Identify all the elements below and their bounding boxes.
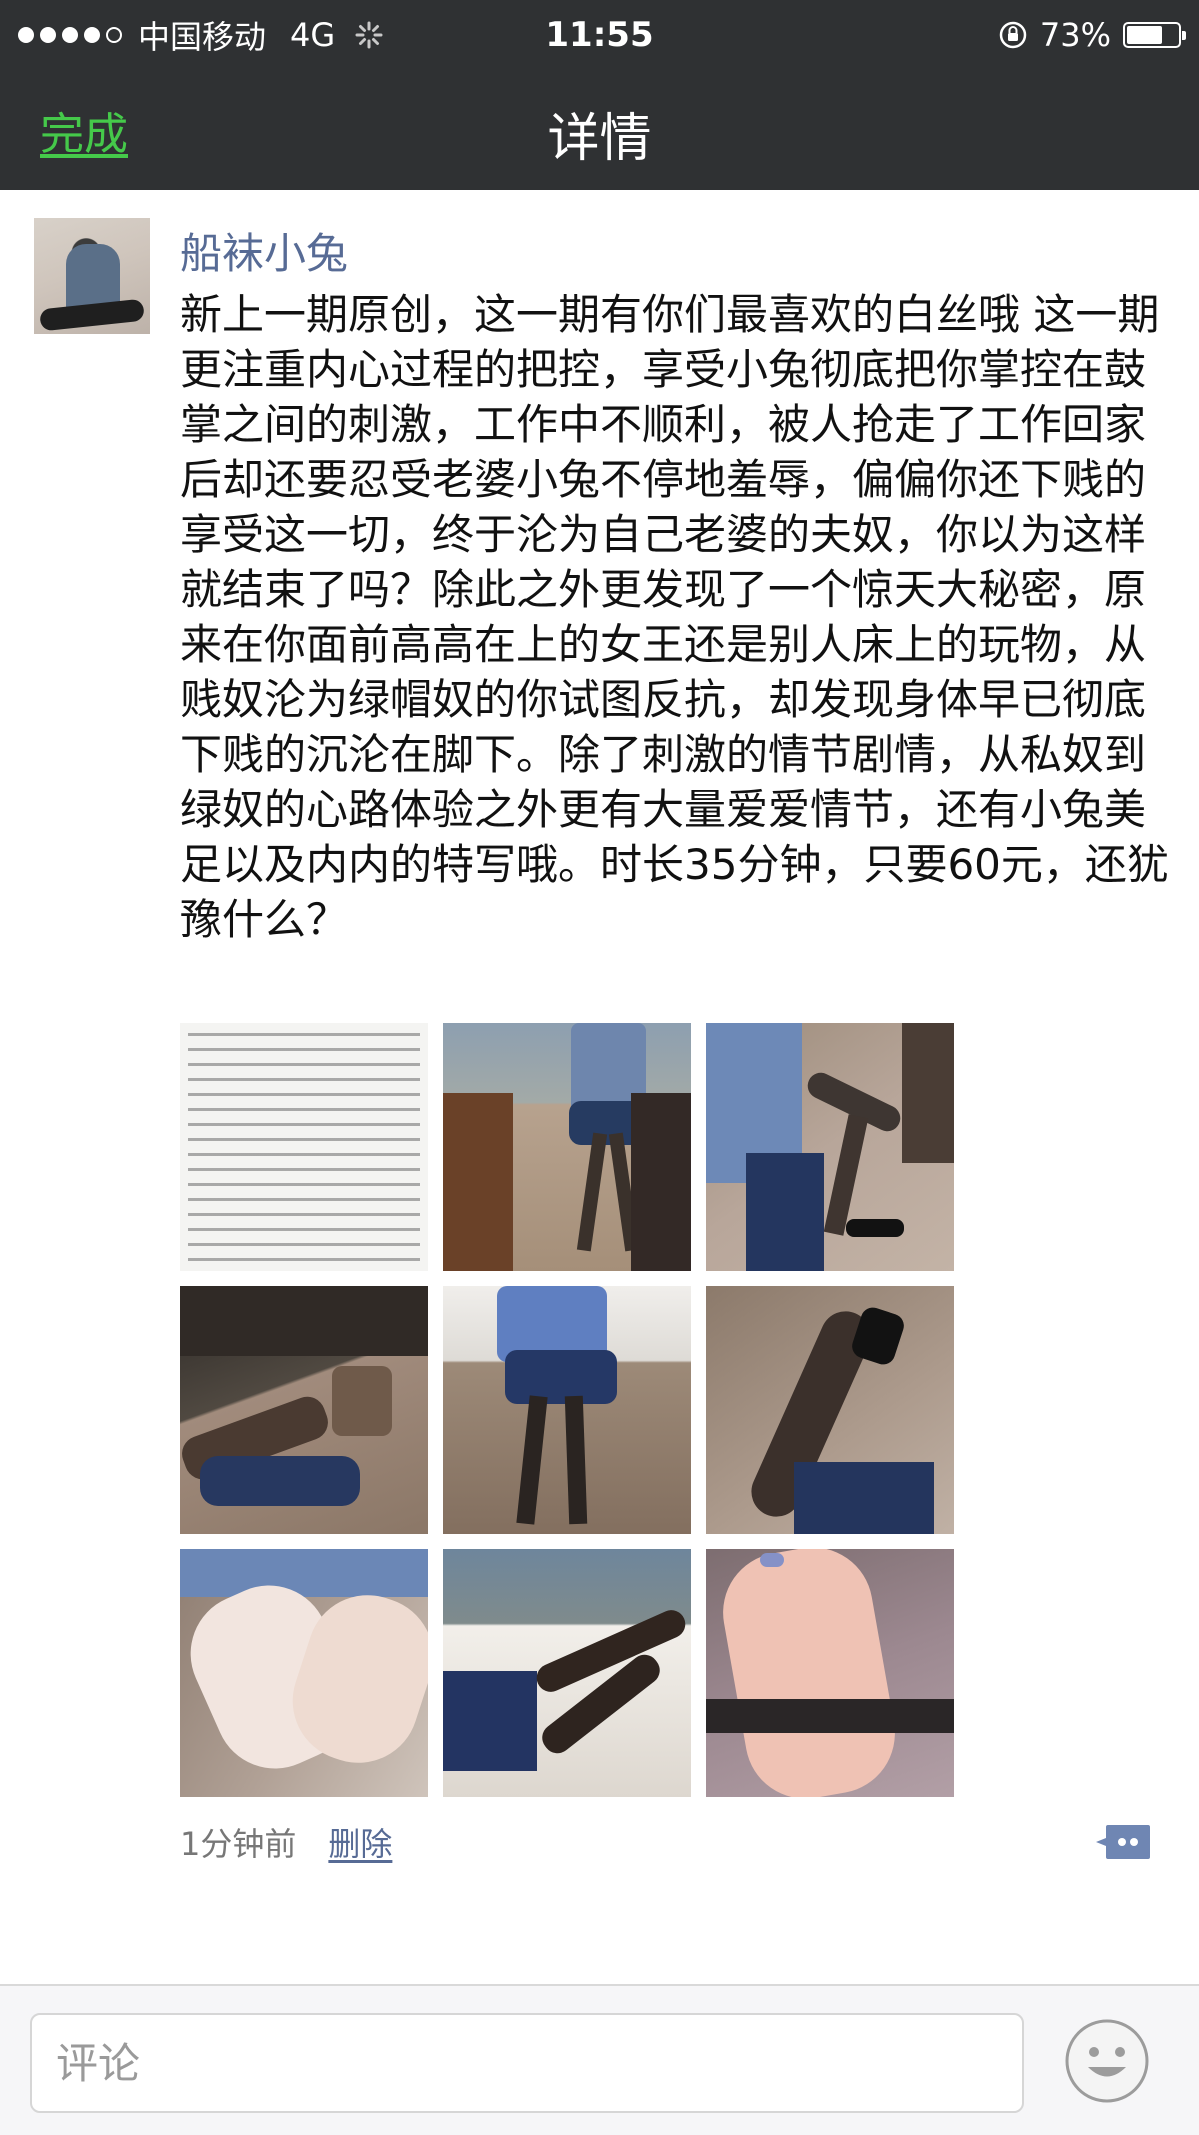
poster-name[interactable]: 船袜小兔 bbox=[180, 220, 348, 281]
avatar[interactable] bbox=[34, 218, 150, 334]
delete-link[interactable]: 删除 bbox=[328, 1819, 392, 1865]
photo-thumbnail[interactable] bbox=[443, 1286, 691, 1534]
loading-spinner-icon bbox=[355, 21, 383, 49]
emoji-smile-icon[interactable] bbox=[1064, 2018, 1150, 2104]
photo-thumbnail[interactable] bbox=[180, 1023, 428, 1271]
battery-percent: 73% bbox=[1039, 16, 1111, 54]
comment-input[interactable] bbox=[30, 2013, 1024, 2113]
status-left: 中国移动 4G bbox=[18, 12, 438, 58]
page-title: 详情 bbox=[547, 109, 652, 169]
battery-level bbox=[1127, 26, 1163, 44]
status-right: 73% bbox=[998, 0, 1186, 70]
photo-thumbnail[interactable] bbox=[443, 1023, 691, 1271]
text-page-image bbox=[188, 1033, 420, 1263]
post-meta: 1分钟前 删除 bbox=[180, 1817, 1160, 1867]
navigation-bar: 完成 详情 bbox=[0, 70, 1199, 190]
comment-bubble-icon[interactable] bbox=[1094, 1823, 1152, 1861]
network-type: 4G bbox=[290, 16, 336, 54]
photo-thumbnail[interactable] bbox=[180, 1286, 428, 1534]
post-content: 新上一期原创，这一期有你们最喜欢的白丝哦 这一期更注重内心过程的把控，享受小兔彻… bbox=[180, 290, 1169, 944]
carrier-name: 中国移动 bbox=[138, 18, 267, 56]
comment-bar bbox=[0, 1984, 1199, 2135]
avatar-legs bbox=[39, 298, 145, 332]
status-bar: 中国移动 4G 11:55 73% bbox=[0, 0, 1199, 70]
photo-thumbnail[interactable] bbox=[706, 1549, 954, 1797]
photo-thumbnail[interactable] bbox=[706, 1286, 954, 1534]
photo-thumbnail[interactable] bbox=[180, 1549, 428, 1797]
post-timestamp: 1分钟前 bbox=[180, 1825, 297, 1863]
photo-thumbnail[interactable] bbox=[443, 1549, 691, 1797]
photo-grid bbox=[180, 1023, 958, 1801]
signal-dots-icon bbox=[18, 27, 122, 43]
rotation-lock-icon bbox=[999, 21, 1027, 49]
top-bar: 中国移动 4G 11:55 73% 完成 详情 bbox=[0, 0, 1199, 190]
battery-icon bbox=[1123, 22, 1186, 48]
photo-thumbnail[interactable] bbox=[706, 1023, 954, 1271]
